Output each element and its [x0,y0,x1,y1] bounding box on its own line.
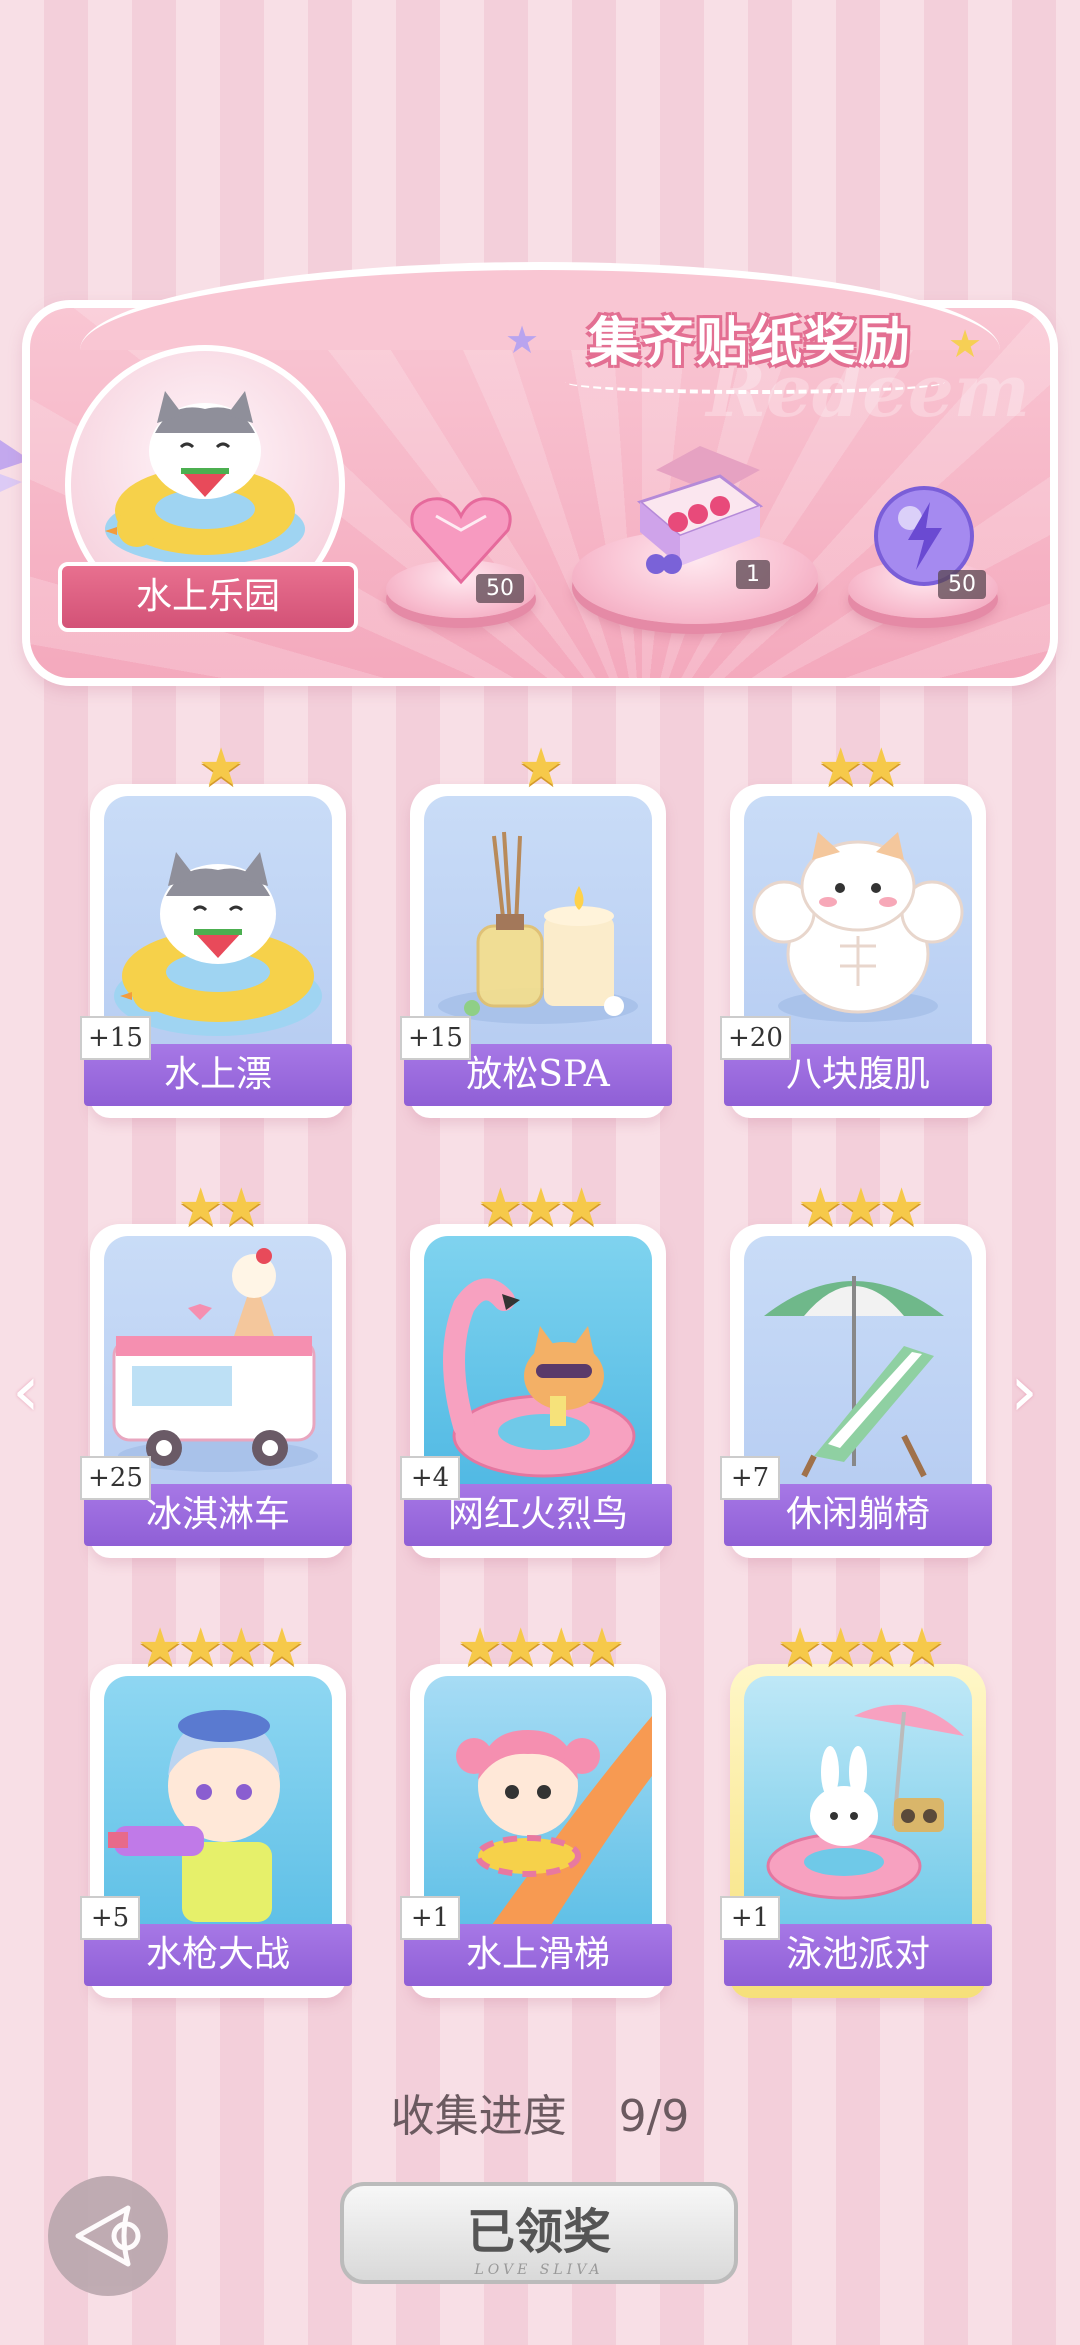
star-deco-icon: ★ [948,322,983,366]
sticker-points: +25 [80,1456,151,1500]
gift-box-icon [636,446,764,574]
claimed-label: 已领奖 [466,2204,611,2260]
star-deco-icon: ★ [505,318,540,362]
sticker-card[interactable]: ★★ 冰淇淋车 +25 [80,1178,352,1558]
star-rating: ★★★ [797,1178,925,1238]
sticker-points: +20 [720,1016,791,1060]
sticker-card[interactable]: ★ 水上漂 +15 [80,738,352,1118]
sticker-card[interactable]: ★ 放松SPA +15 [400,738,672,1118]
progress-value: 9/9 [618,2091,690,2142]
star-rating: ★★★★ [456,1618,625,1678]
sticker-points: +7 [720,1456,780,1500]
sticker-points: +1 [720,1896,780,1940]
star-rating: ★★★ [477,1178,605,1238]
sticker-points: +15 [80,1016,151,1060]
sticker-card[interactable]: ★★★ 休闲躺椅 +7 [720,1178,992,1558]
sticker-card[interactable]: ★★ 八块腹肌 +20 [720,738,992,1118]
claimed-sublabel: LOVE SLIVA [474,2262,604,2278]
star-rating: ★★★★ [136,1618,305,1678]
back-arrow-icon [75,2205,141,2267]
reward-count: 1 [736,560,770,589]
sticker-card[interactable]: ★★★ 网红火烈鸟 +4 [400,1178,672,1558]
star-rating: ★★★★ [776,1618,945,1678]
reward-count: 50 [476,574,524,603]
sticker-card[interactable]: ★★★★ 泳池派对 +1 [720,1618,992,1998]
title-underline [565,370,945,394]
sticker-points: +15 [400,1016,471,1060]
pink-heart-gem-icon [410,497,512,585]
next-page-arrow-icon[interactable]: › [1010,1350,1038,1432]
sticker-card[interactable]: ★★★★ 水上滑梯 +1 [400,1618,672,1998]
reward-count: 50 [938,570,986,599]
sticker-points: +1 [400,1896,460,1940]
progress-label: 收集进度 [390,2091,567,2142]
sticker-points: +5 [80,1896,140,1940]
claimed-button[interactable]: 已领奖 LOVE SLIVA [340,2182,738,2284]
prev-page-arrow-icon[interactable]: ‹ [12,1350,40,1432]
star-rating: ★★ [177,1178,264,1238]
sticker-points: +4 [400,1456,460,1500]
sticker-card[interactable]: ★★★★ 水枪大战 +5 [80,1618,352,1998]
collection-progress: 收集进度 9/9 [0,2080,1080,2144]
star-rating: ★ [517,738,565,798]
back-button[interactable] [48,2176,168,2296]
star-rating: ★★ [817,738,904,798]
album-name-ribbon: 水上乐园 [58,562,358,632]
star-rating: ★ [197,738,245,798]
banner-title: 集齐贴纸奖励 [587,313,912,373]
